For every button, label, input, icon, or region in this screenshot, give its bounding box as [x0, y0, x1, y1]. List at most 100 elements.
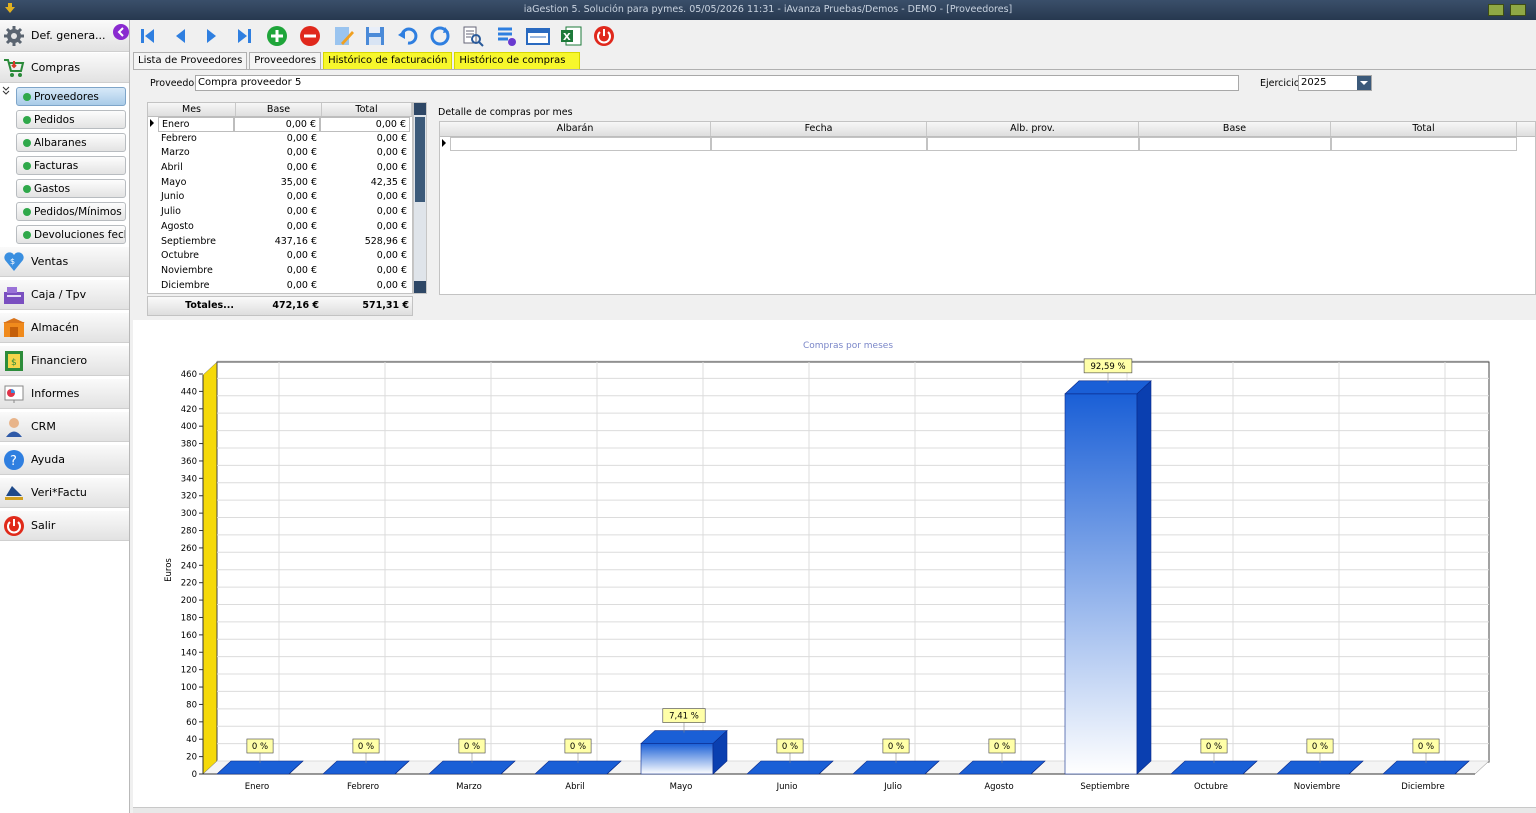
cell-base[interactable]: 0,00 €: [234, 279, 320, 294]
sidebar-section-almacen[interactable]: Almacén: [0, 313, 129, 343]
table-row[interactable]: Enero 0,00 €0,00 €: [148, 117, 412, 132]
column-header-alb-prov[interactable]: Alb. prov.: [927, 122, 1139, 136]
sidebar-sub-pedidos[interactable]: Pedidos: [16, 110, 126, 129]
table-row[interactable]: Agosto 0,00 €0,00 €: [148, 220, 412, 235]
sidebar-item-def-general[interactable]: Def. genera...: [0, 20, 129, 52]
cell-total[interactable]: 0,00 €: [320, 249, 410, 264]
cell-total[interactable]: 0,00 €: [320, 279, 410, 294]
refresh-icon[interactable]: [428, 24, 452, 48]
tab-lista-proveedores[interactable]: Lista de Proveedores: [133, 52, 248, 69]
cell-mes[interactable]: Junio: [158, 190, 234, 205]
minimize-button[interactable]: [1488, 4, 1504, 16]
cell-total[interactable]: 0,00 €: [320, 190, 410, 205]
first-record-icon[interactable]: [135, 24, 159, 48]
column-header-mes[interactable]: Mes: [148, 103, 236, 116]
cell-mes[interactable]: Marzo: [158, 146, 234, 161]
cell-base[interactable]: 437,16 €: [234, 235, 320, 250]
cell-base[interactable]: 35,00 €: [234, 176, 320, 191]
chevron-down-icon[interactable]: [1357, 76, 1371, 90]
exit-power-icon[interactable]: [592, 24, 616, 48]
delete-icon[interactable]: [298, 24, 322, 48]
cell-base[interactable]: 0,00 €: [234, 264, 320, 279]
sidebar-sub-albaranes[interactable]: Albaranes: [16, 133, 126, 152]
cell-base[interactable]: 0,00 €: [234, 220, 320, 235]
table-row[interactable]: Octubre 0,00 €0,00 €: [148, 249, 412, 264]
sidebar-section-caja-tpv[interactable]: Caja / Tpv: [0, 280, 129, 310]
sidebar-sub-proveedores[interactable]: Proveedores: [16, 87, 126, 106]
proveedor-field[interactable]: Compra proveedor 5: [195, 75, 1239, 91]
sidebar-section-crm[interactable]: CRM: [0, 412, 129, 442]
cell-mes[interactable]: Agosto: [158, 220, 234, 235]
detail-new-row[interactable]: [440, 137, 1535, 151]
add-icon[interactable]: [265, 24, 289, 48]
table-row[interactable]: Abril 0,00 €0,00 €: [148, 161, 412, 176]
tab-historico-compras[interactable]: Histórico de compras: [454, 52, 581, 69]
cell-mes[interactable]: Febrero: [158, 132, 234, 147]
scroll-down-icon[interactable]: [414, 281, 426, 293]
next-record-icon[interactable]: [200, 24, 224, 48]
excel-icon[interactable]: X: [559, 24, 583, 48]
month-grid-scrollbar[interactable]: [413, 102, 427, 294]
cell-total[interactable]: 0,00 €: [320, 117, 410, 132]
cell-total[interactable]: 0,00 €: [320, 161, 410, 176]
card-icon[interactable]: [526, 24, 550, 48]
column-header-total[interactable]: Total: [322, 103, 412, 116]
cell-mes[interactable]: Abril: [158, 161, 234, 176]
sidebar-sub-gastos[interactable]: Gastos: [16, 179, 126, 198]
table-row[interactable]: Febrero 0,00 €0,00 €: [148, 132, 412, 147]
sidebar-section-ayuda[interactable]: ? Ayuda: [0, 445, 129, 475]
cell-base[interactable]: 0,00 €: [234, 205, 320, 220]
sidebar-section-informes[interactable]: Informes: [0, 379, 129, 409]
cell-mes[interactable]: Julio: [158, 205, 234, 220]
sidebar-section-ventas[interactable]: $ Ventas: [0, 247, 129, 277]
table-row[interactable]: Diciembre 0,00 €0,00 €: [148, 279, 412, 294]
save-icon[interactable]: [363, 24, 387, 48]
cell-total[interactable]: 42,35 €: [320, 176, 410, 191]
sidebar-sub-devoluciones-fecha[interactable]: Devoluciones fecha: [16, 225, 126, 244]
column-header-base[interactable]: Base: [236, 103, 322, 116]
last-record-icon[interactable]: [233, 24, 257, 48]
cell-mes[interactable]: Mayo: [158, 176, 234, 191]
maximize-button[interactable]: [1510, 4, 1526, 16]
cell-total[interactable]: 0,00 €: [320, 132, 410, 147]
table-row[interactable]: Julio 0,00 €0,00 €: [148, 205, 412, 220]
cell-mes[interactable]: Diciembre: [158, 279, 234, 294]
table-row[interactable]: Septiembre 437,16 €528,96 €: [148, 235, 412, 250]
cell-total[interactable]: 0,00 €: [320, 146, 410, 161]
sidebar-section-financiero[interactable]: $ Financiero: [0, 346, 129, 376]
ejercicio-select[interactable]: 2025: [1298, 75, 1372, 91]
cell-base[interactable]: 0,00 €: [234, 146, 320, 161]
column-header-base[interactable]: Base: [1139, 122, 1331, 136]
column-header-fecha[interactable]: Fecha: [711, 122, 927, 136]
tab-historico-facturacion[interactable]: Histórico de facturación: [323, 52, 453, 69]
search-icon[interactable]: [461, 24, 485, 48]
cell-mes[interactable]: Octubre: [158, 249, 234, 264]
collapse-chevron-icon[interactable]: [2, 86, 11, 95]
undo-icon[interactable]: [396, 24, 420, 48]
cell-mes[interactable]: Noviembre: [158, 264, 234, 279]
cell-base[interactable]: 0,00 €: [234, 117, 320, 132]
scroll-thumb[interactable]: [415, 117, 425, 202]
cell-total[interactable]: 0,00 €: [320, 205, 410, 220]
previous-record-icon[interactable]: [168, 24, 192, 48]
collapse-sidebar-icon[interactable]: [112, 23, 130, 41]
cell-total[interactable]: 528,96 €: [320, 235, 410, 250]
cell-base[interactable]: 0,00 €: [234, 249, 320, 264]
sidebar-section-verifactu[interactable]: Veri*Factu: [0, 478, 129, 508]
column-header-total[interactable]: Total: [1331, 122, 1517, 136]
sidebar-sub-facturas[interactable]: Facturas: [16, 156, 126, 175]
cell-total[interactable]: 0,00 €: [320, 264, 410, 279]
cell-mes[interactable]: Enero: [158, 117, 234, 132]
table-row[interactable]: Noviembre 0,00 €0,00 €: [148, 264, 412, 279]
cell-base[interactable]: 0,00 €: [234, 161, 320, 176]
cell-total[interactable]: 0,00 €: [320, 220, 410, 235]
sidebar-section-compras[interactable]: Compras: [0, 53, 129, 83]
cell-base[interactable]: 0,00 €: [234, 190, 320, 205]
table-row[interactable]: Mayo 35,00 €42,35 €: [148, 176, 412, 191]
scroll-up-icon[interactable]: [414, 103, 426, 115]
cell-mes[interactable]: Septiembre: [158, 235, 234, 250]
list-icon[interactable]: [494, 24, 518, 48]
sidebar-section-salir[interactable]: Salir: [0, 511, 129, 541]
table-row[interactable]: Marzo 0,00 €0,00 €: [148, 146, 412, 161]
table-row[interactable]: Junio 0,00 €0,00 €: [148, 190, 412, 205]
